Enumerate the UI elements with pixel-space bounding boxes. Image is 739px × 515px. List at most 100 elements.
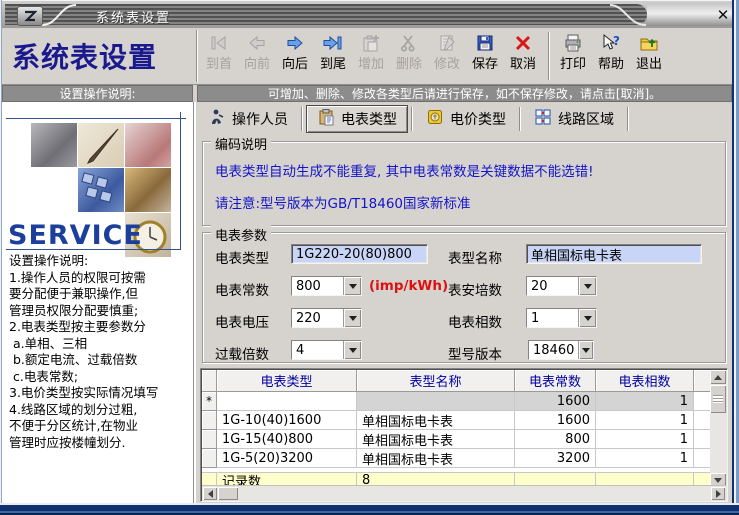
triangle-down-icon [714, 477, 722, 483]
add-icon [361, 31, 381, 55]
table-row[interactable]: 1G-5(20)3200 单相国标电卡表 3200 1 [202, 449, 712, 468]
tab-operators[interactable]: 操作人员 [198, 106, 298, 132]
meter-type-label: 电表类型 [215, 251, 269, 267]
decor-line [6, 249, 180, 250]
toolbar-button-label: 向后 [281, 57, 308, 72]
toolbar-button-cancel[interactable]: 取消 [504, 31, 542, 81]
instructions-text: 设置操作说明: 1.操作人员的权限可按需 要分配便于兼职操作,但 管理员权限分配… [9, 253, 159, 450]
phases-label: 电表相数 [448, 315, 502, 331]
toolbar-button-modify: 修改 [428, 31, 466, 81]
meter-constant-label: 电表常数 [215, 283, 269, 299]
toolbar-button-save[interactable]: 保存 [466, 31, 504, 81]
column-header[interactable]: 电表相数 [596, 370, 694, 392]
scroll-up-button[interactable] [710, 370, 726, 384]
voltage-select[interactable]: 220 [291, 308, 362, 328]
go-next-icon [285, 31, 305, 55]
toolbar-button-label: 删除 [395, 57, 422, 72]
table-row[interactable]: 1G-10(40)1600 单相国标电卡表 1600 1 [202, 411, 712, 430]
dropdown-button[interactable] [343, 341, 361, 359]
table-row[interactable]: 1G-15(40)800 单相国标电卡表 800 1 [202, 430, 712, 449]
window-title: 系统表设置 [96, 11, 172, 26]
column-header[interactable]: 电表类型 [217, 370, 357, 392]
column-header[interactable]: 电表常数 [515, 370, 596, 392]
close-icon[interactable]: ✕ [712, 5, 734, 25]
tabbar: 操作人员 电表类型 电价类型 线路区域 [198, 104, 732, 133]
dropdown-button[interactable] [578, 277, 596, 295]
toolbar-button-add: 增加 [352, 31, 390, 81]
dropdown-button[interactable] [343, 277, 361, 295]
tab-meter-type[interactable]: 电表类型 [306, 104, 408, 133]
toolbar-button-go-last[interactable]: 到尾 [314, 31, 352, 81]
horizontal-scroll-thumb[interactable] [218, 487, 238, 500]
toolbar-button-label: 保存 [471, 57, 498, 72]
tab-price-type[interactable]: 电价类型 [416, 106, 516, 132]
tab-line-area[interactable]: 线路区域 [524, 106, 624, 132]
model-version-select[interactable]: 18460 [528, 340, 594, 360]
toolbar-button-print[interactable]: 打印 [554, 31, 592, 81]
photo-metal-tool [31, 123, 77, 167]
price-book-icon [426, 108, 444, 130]
print-icon [563, 31, 583, 55]
save-icon [475, 31, 495, 55]
chevron-down-icon [348, 315, 357, 321]
toolbar-button-exit[interactable]: 退出 [630, 31, 668, 81]
photo-keyboard [78, 168, 124, 212]
column-header[interactable]: 表型名称 [357, 370, 515, 392]
toolbar-button-label: 到尾 [319, 57, 346, 72]
grid-header-row: 电表类型 表型名称 电表常数 电表相数 [202, 370, 712, 392]
chevron-down-icon [348, 347, 357, 353]
photo-pen [78, 123, 124, 167]
vertical-scroll-thumb[interactable] [710, 385, 726, 413]
chevron-down-icon [583, 283, 592, 289]
meter-constant-unit: (imp/kWh) [369, 278, 449, 294]
model-name-label: 表型名称 [448, 251, 502, 267]
scroll-right-button[interactable] [711, 487, 725, 500]
ampere-select[interactable]: 20 [526, 276, 597, 296]
toolbar-button-label: 到首 [205, 57, 232, 72]
toolbar-button-go-next[interactable]: 向后 [276, 31, 314, 81]
toolbar-button-label: 修改 [433, 57, 460, 72]
horizontal-scrollbar[interactable] [202, 485, 726, 500]
cancel-icon [513, 31, 533, 55]
go-previous-icon [247, 31, 267, 55]
meter-constant-select[interactable]: 800 [291, 276, 362, 296]
notice-line-2: 请注意:型号版本为GB/T18460国家新标准 [215, 196, 471, 212]
help-icon: ? [601, 31, 621, 55]
toolbar-button-help[interactable]: ? 帮助 [592, 31, 630, 81]
toolbar-button-label: 增加 [357, 57, 384, 72]
toolbar-button-label: 取消 [509, 57, 536, 72]
tab-label: 电表类型 [341, 111, 397, 128]
model-name-input[interactable]: 单相国标电卡表 [526, 244, 702, 264]
window-border-right [732, 0, 739, 515]
scroll-left-button[interactable] [203, 487, 217, 500]
overload-select[interactable]: 4 [291, 340, 362, 360]
system-table-settings-window: 系统表设置 ✕ 系统表设置 到首 向前 向后 到尾 增加 删除 修改 保存 取消 [0, 0, 739, 515]
chevron-down-icon [348, 283, 357, 289]
notice-groupbox: 编码说明 电表类型自动生成不能重复, 其中电表常数是关键数据不能选错! 请注意:… [202, 134, 726, 226]
table-row-new[interactable]: * 1600 1 [202, 392, 712, 411]
dropdown-button[interactable] [343, 309, 361, 327]
decor-line [6, 118, 186, 119]
triangle-up-icon [714, 374, 722, 380]
delete-icon [399, 31, 419, 55]
left-caption-bar: 设置操作说明: [2, 85, 193, 102]
exit-icon [639, 31, 659, 55]
chevron-down-icon [583, 315, 592, 321]
toolbar-button-label: 向前 [243, 57, 270, 72]
modify-icon [437, 31, 457, 55]
operator-person-icon [208, 108, 226, 130]
ampere-value: 20 [527, 277, 578, 295]
meter-type-input[interactable]: 1G220-20(80)800 [291, 244, 428, 264]
toolbar-button-delete: 删除 [390, 31, 428, 81]
dropdown-button[interactable] [578, 341, 593, 359]
app-logo-icon [17, 6, 43, 26]
thumb-grip [713, 395, 723, 403]
window-border-bottom [0, 503, 739, 515]
tab-label: 线路区域 [558, 111, 614, 128]
phases-select[interactable]: 1 [526, 308, 597, 328]
vertical-scrollbar[interactable] [710, 370, 726, 487]
triangle-left-icon [207, 489, 213, 498]
overload-value: 4 [292, 341, 343, 359]
message-bar: 可增加、删除、修改各类型后请进行保存，如不保存修改，请点击[取消]。 [197, 85, 732, 102]
dropdown-button[interactable] [578, 309, 596, 327]
